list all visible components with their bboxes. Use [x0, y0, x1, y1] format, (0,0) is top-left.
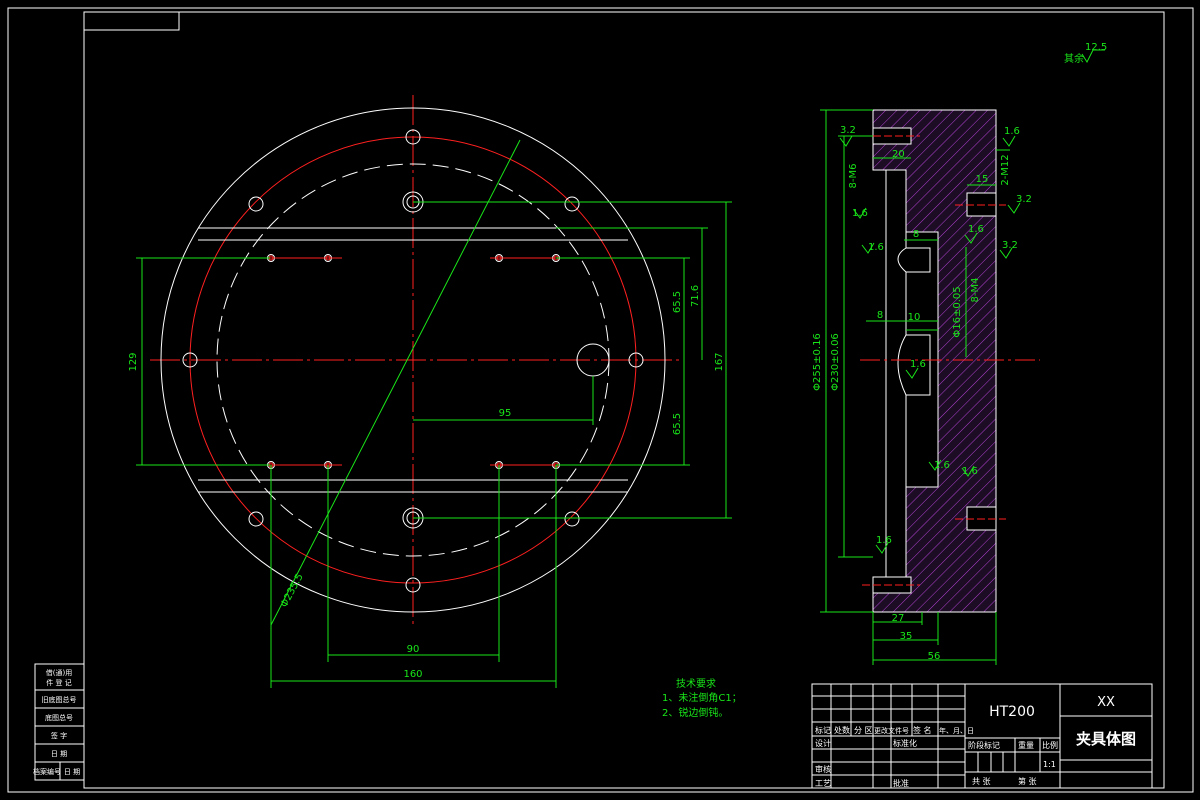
- dim-160-label: 160: [403, 669, 422, 680]
- tb-part-code: XX: [1097, 695, 1115, 710]
- dim-8-mid-label: 8: [877, 310, 883, 321]
- roughness-r7: 3.2: [1002, 240, 1018, 251]
- tb-sheet-no: 第 张: [1018, 776, 1037, 786]
- roughness-r4: 1.6: [852, 208, 868, 219]
- tb-standardize: 标准化: [893, 738, 917, 748]
- dim-95-label: 95: [499, 408, 512, 419]
- side-table: 借(通)用 件 登 记 旧底图总号 底图总号 签 字 日 期 档案编号 日 期: [33, 663, 85, 781]
- tb-col-count: 处数: [834, 725, 850, 735]
- tb-scale-value: 1:1: [1043, 760, 1056, 769]
- plan-view: [150, 95, 680, 625]
- tb-scale-label: 比例: [1042, 740, 1058, 750]
- dim-65-5-lower-label: 65.5: [672, 413, 683, 435]
- tech-notes-line1: 1、未注倒角C1；: [662, 691, 742, 704]
- tb-sheets-total: 共 张: [972, 777, 991, 786]
- tb-material: HT200: [989, 704, 1035, 720]
- tb-col-date: 年、月、日: [939, 726, 974, 735]
- dim-phi255-label: Φ255±0.16: [812, 333, 823, 391]
- dim-2-m12-label: 2-M12: [1000, 154, 1011, 185]
- plan-dimensions: [136, 139, 732, 688]
- side-row6b: 日 期: [64, 768, 80, 776]
- roughness-r6: 1.6: [968, 224, 984, 235]
- dim-15-label: 15: [976, 174, 989, 185]
- dim-phi16-label: Φ16±0.05: [952, 286, 963, 337]
- title-block: 标记 处数 分 区 更改文件号 签 名 年、月、日 设计 标准化 审核 工艺 批…: [811, 683, 1153, 789]
- dim-8-m6-label: 8-M6: [848, 164, 859, 189]
- dim-20-label: 20: [892, 149, 905, 160]
- tb-col-docno: 更改文件号: [874, 726, 909, 735]
- dim-bolt-circle-label: Φ235.5: [279, 572, 306, 609]
- dim-27-label: 27: [892, 613, 905, 624]
- side-row1a: 借(通)用: [46, 668, 72, 677]
- roughness-r3: 3.2: [1016, 194, 1032, 205]
- dim-phi230-label: Φ230±0.06: [830, 333, 841, 391]
- roughness-r8: 1.6: [910, 359, 926, 370]
- tb-col-sign: 签 名: [913, 725, 932, 735]
- tech-notes-title: 技术要求: [676, 677, 716, 690]
- roughness-r11: 1.6: [876, 535, 892, 546]
- side-row1b: 件 登 记: [46, 678, 71, 687]
- tb-col-zone: 分 区: [854, 726, 873, 735]
- technical-notes: 技术要求 1、未注倒角C1； 2、锐边倒钝。: [662, 677, 742, 719]
- svg-text:其余: 其余: [1064, 52, 1084, 65]
- dim-90-label: 90: [407, 644, 420, 655]
- tb-process: 工艺: [815, 779, 831, 788]
- dim-129-label: 129: [128, 352, 139, 371]
- tb-approve: 批准: [893, 778, 909, 788]
- roughness-r2: 1.6: [1004, 126, 1020, 137]
- dim-10-label: 10: [908, 312, 921, 323]
- dim-8-top-label: 8: [913, 229, 919, 240]
- side-row4: 签 字: [51, 731, 67, 740]
- tech-notes-line2: 2、锐边倒钝。: [662, 706, 728, 719]
- tb-design: 设计: [815, 738, 831, 748]
- side-row2: 旧底图总号: [42, 695, 77, 704]
- roughness-r1: 3.2: [840, 125, 856, 136]
- side-row5: 日 期: [51, 750, 67, 758]
- dim-65-5-upper-label: 65.5: [672, 291, 683, 313]
- dim-35-label: 35: [900, 631, 913, 642]
- cad-drawing-canvas: Φ235.5 129 167 71.6 65.5 65.5 95 90 160: [7, 7, 1194, 793]
- roughness-r10: 1.6: [962, 466, 978, 477]
- dim-167-label: 167: [714, 352, 725, 371]
- tb-drawing-name: 夹具体图: [1076, 730, 1136, 748]
- remaining-roughness-value: 12.5: [1085, 42, 1107, 53]
- tb-stage-mark: 阶段标记: [968, 740, 1000, 750]
- remaining-roughness-note: 其余 12.5: [1064, 42, 1107, 65]
- tb-review: 审核: [815, 764, 831, 774]
- tb-col-marks: 标记: [815, 725, 831, 735]
- dim-8-m4-label: 8-M4: [970, 278, 981, 303]
- dim-71-6-label: 71.6: [690, 285, 701, 307]
- roughness-r9: 1.6: [934, 460, 950, 471]
- side-row3: 底图总号: [45, 713, 73, 722]
- roughness-r5: 1.6: [868, 242, 884, 253]
- tb-weight: 重量: [1018, 740, 1034, 750]
- side-row6a: 档案编号: [33, 767, 61, 776]
- dim-56-label: 56: [928, 651, 941, 662]
